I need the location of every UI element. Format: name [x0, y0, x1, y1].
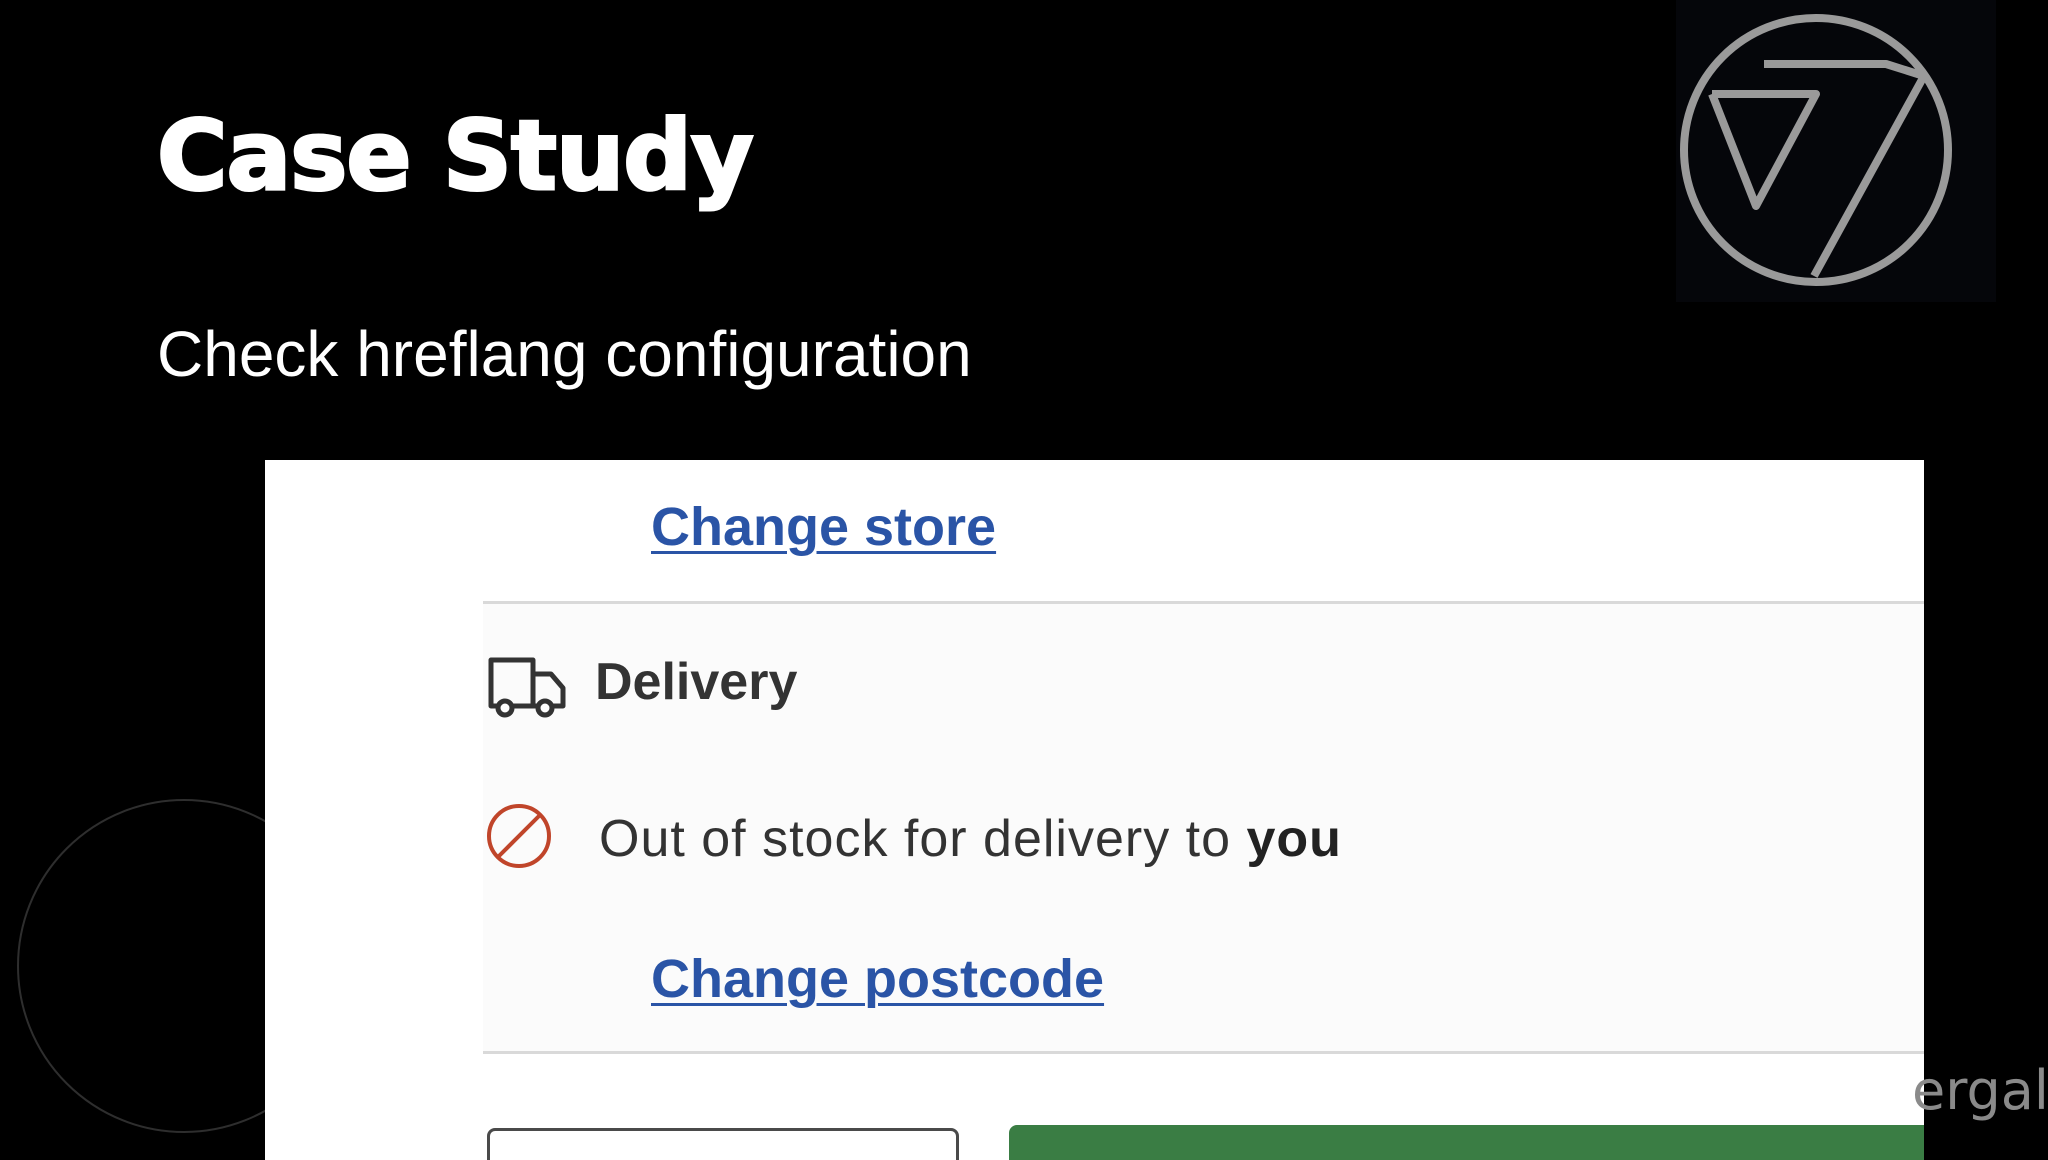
secondary-button[interactable] [487, 1128, 959, 1160]
out-of-stock-message: Out of stock for delivery to you [599, 810, 1342, 868]
emphasis-you: you [1246, 810, 1342, 868]
seven-circle-logo-icon [1680, 14, 1952, 286]
logo [1676, 0, 1996, 302]
truck-icon [488, 657, 566, 718]
delivery-heading: Delivery [595, 653, 798, 711]
watermark-text: ergal [1912, 1059, 2048, 1122]
slide-subtitle: Check hreflang configuration [157, 318, 972, 390]
store-availability-screenshot: Change store Delivery Out of stock for d… [265, 460, 1924, 1160]
prohibited-icon [487, 804, 551, 868]
change-store-link[interactable]: Change store [651, 500, 996, 554]
primary-button[interactable] [1009, 1125, 1924, 1160]
change-postcode-link[interactable]: Change postcode [651, 952, 1104, 1006]
divider [483, 1051, 1924, 1054]
slide-title: Case Study [156, 100, 756, 212]
